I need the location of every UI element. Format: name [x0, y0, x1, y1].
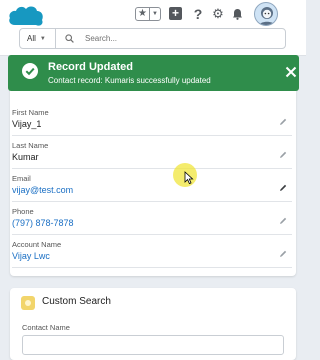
- field-email: Email vijay@test.com: [12, 172, 292, 202]
- plus-icon[interactable]: +: [169, 7, 182, 20]
- field-last-name: Last Name Kumar: [12, 139, 292, 169]
- help-icon[interactable]: ?: [193, 6, 203, 22]
- toast-message: Contact record: Kumaris successfully upd…: [48, 76, 211, 85]
- avatar[interactable]: [254, 2, 278, 26]
- global-header: ★ ▼ + ? ⚙ All ▼: [0, 0, 306, 56]
- chevron-down-icon: ▼: [39, 35, 46, 42]
- search-icon: [65, 34, 79, 43]
- chevron-down-icon[interactable]: ▼: [150, 8, 160, 20]
- field-account-name: Account Name Vijay Lwc: [12, 238, 292, 268]
- search-scope-select[interactable]: All ▼: [20, 29, 56, 48]
- card-title: Custom Search: [42, 296, 111, 307]
- field-value: Vijay_1: [12, 119, 42, 129]
- pencil-icon[interactable]: [278, 117, 288, 127]
- field-value: Kumar: [12, 152, 39, 162]
- close-icon[interactable]: [284, 65, 298, 79]
- custom-component-icon: [21, 296, 35, 310]
- favorites-button-group[interactable]: ★ ▼: [135, 7, 161, 21]
- field-label: Account Name: [12, 240, 62, 249]
- star-icon[interactable]: ★: [136, 8, 150, 20]
- bell-icon[interactable]: [231, 6, 243, 22]
- phone-link[interactable]: (797) 878-7878: [12, 218, 74, 228]
- custom-search-card: Custom Search Contact Name: [10, 288, 296, 360]
- contact-name-input[interactable]: [22, 335, 284, 355]
- account-link[interactable]: Vijay Lwc: [12, 251, 50, 261]
- search-scope-label: All: [27, 34, 36, 43]
- field-label: Email: [12, 174, 31, 183]
- pencil-icon[interactable]: [278, 249, 288, 259]
- field-first-name: First Name Vijay_1: [12, 106, 292, 136]
- search-input[interactable]: [85, 34, 275, 43]
- pencil-icon[interactable]: [278, 150, 288, 160]
- cloud-logo[interactable]: [7, 3, 45, 30]
- global-search-bar: All ▼: [19, 28, 286, 49]
- mouse-cursor-icon: [184, 171, 194, 185]
- pencil-icon[interactable]: [278, 216, 288, 226]
- success-icon: [22, 63, 38, 79]
- field-phone: Phone (797) 878-7878: [12, 205, 292, 235]
- pencil-icon[interactable]: [278, 183, 288, 193]
- email-link[interactable]: vijay@test.com: [12, 185, 73, 195]
- record-detail-card: First Name Vijay_1 Last Name Kumar Email…: [10, 86, 296, 276]
- gear-icon[interactable]: ⚙: [212, 6, 224, 22]
- contact-name-label: Contact Name: [22, 323, 70, 332]
- field-label: Phone: [12, 207, 34, 216]
- field-label: Last Name: [12, 141, 49, 150]
- field-label: First Name: [12, 108, 49, 117]
- toast-title: Record Updated: [48, 61, 133, 73]
- success-toast: Record Updated Contact record: Kumaris s…: [8, 55, 299, 91]
